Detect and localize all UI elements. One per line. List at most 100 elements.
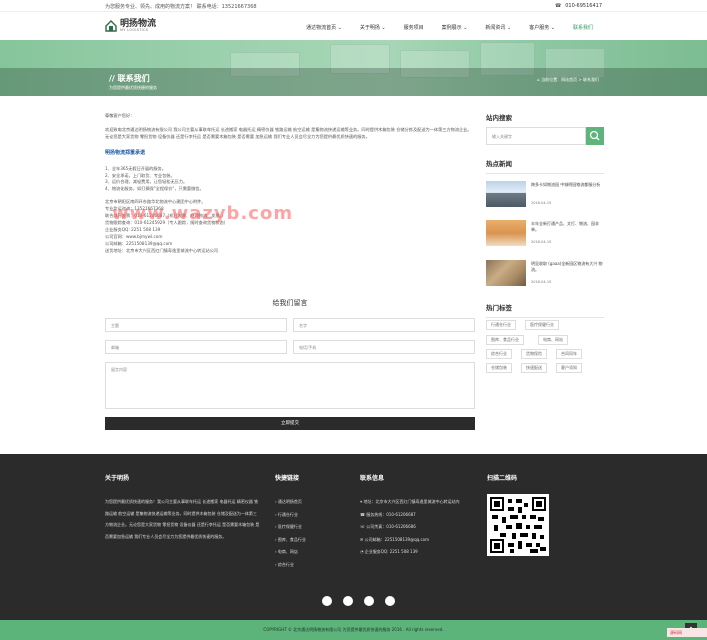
message-textarea[interactable]: 留言内容 [105,362,475,409]
footer-links: 快捷链接 › 通达明扬首页 › 行通仓行业 › 医疗保健行业 › 图库、食品行业… [275,473,345,571]
nav-contact[interactable]: 联系我们 [564,24,602,31]
list-item: 1、全年365无假日开展的服务。 [105,166,166,171]
site-logo[interactable]: 明扬物流 MY LOGISTICS [105,20,156,32]
contact-line[interactable]: 公司官网：www.bjmywl.com [105,233,475,240]
phone-input[interactable]: 电话/手机 [293,340,475,354]
footer-link[interactable]: › 通达明扬首页 [275,496,345,509]
tag[interactable]: 货物保险 [521,349,547,359]
news-item[interactable]: 丰年全新打通产品、文打、物流、园非单。 2016-04-15 [486,220,604,248]
name-input[interactable]: 名字 [293,318,475,332]
news-date: 2016-04-15 [531,280,552,284]
mail-icon: ✉ [360,536,364,542]
promise-list: 1、全年365无假日开展的服务。 2、安全承诺，上门取货、专业包装。 3、运价合… [105,166,475,192]
top-bar-slogan: 为您服务专业、领先、成用的物流方案！ 联系电话：13521667368 [105,4,257,10]
qq-icon: ◔ [360,549,364,554]
footer-link[interactable]: › 医疗保健行业 [275,521,345,534]
logo-house-icon [105,20,117,32]
qr-code-image [487,494,549,556]
message-form-title: 给我们留言 [272,299,308,307]
source-badge: 源码网 [667,628,707,637]
footer-link[interactable]: › 电商、网店 [275,546,345,559]
tag[interactable]: 客户须知 [556,363,582,373]
footer-link[interactable]: › 综合行业 [275,559,345,572]
news-title[interactable]: 明显收取 (gaaa)全新园区物流有大兴 物流。 [531,261,604,273]
news-date: 2016-04-15 [531,240,552,244]
search-button[interactable] [586,127,604,145]
location-icon: ⌖ [360,499,363,504]
top-bar-phone: 010-69516417 [565,3,602,9]
footer-qr: 扫描二维码 [487,473,557,496]
top-bar: 为您服务专业、领先、成用的物流方案！ 联系电话：13521667368 ☎ 01… [0,0,707,12]
footer-contact-line: ✉ 公司邮箱：2251508139@qq.com [360,536,429,542]
tag[interactable]: 快速配送 [521,363,547,373]
tag[interactable]: 电商、网站 [538,335,568,345]
banner-overlay [0,68,707,96]
main-nav: 通达物流首页 ⌄ 关于明扬 ⌄ 服务项目 案例展示 ⌄ 新闻资讯 ⌄ 客户服务 … [297,24,602,31]
email-input[interactable]: 邮箱 [105,340,287,354]
footer-contact-line: ◔ 企业服务QQ: 2251 508 139 [360,549,418,554]
topic-input[interactable]: 主题 [105,318,287,332]
submit-button[interactable]: 立即提交 [105,417,475,430]
news-thumbnail[interactable] [486,220,526,246]
footer-qr-title: 扫描二维码 [487,475,518,482]
news-item[interactable]: 跨多卡如物流园 中城明园物流都服分析 2016-04-15 [486,181,604,209]
news-title[interactable]: 跨多卡如物流园 中城明园物流都服分析 [531,182,604,188]
tag[interactable]: 医疗保健行业 [525,320,559,330]
qq-icon[interactable] [364,596,374,606]
weibo-icon[interactable] [343,596,353,606]
sidebar-search: 输入关键字 [486,127,604,145]
tag[interactable]: 合同同年 [556,349,582,359]
tag[interactable]: 行通仓行业 [486,320,516,330]
footer-about-title: 关于明扬 [105,475,130,482]
footer-link[interactable]: › 图库、食品行业 [275,534,345,547]
nav-cases[interactable]: 案例展示 ⌄ [433,24,477,31]
footer-contact-line: ☎ 服务热线：010-61206687 [360,511,416,517]
intro-paragraph: 欢迎致电北京通达明扬物流有限公司 我公司主要从事联车托运 长途搬家 电器托运 精… [105,127,472,139]
contact-line: 送货地址：北京市大兴区西红门镇寿逸里城流中心转运站公司 [105,248,219,254]
nav-about[interactable]: 关于明扬 ⌄ [351,24,395,31]
footer-contact-line: ☏ 公司传真：010-61206686 [360,524,416,529]
list-item: 3、运价合理，减轻费用，让您轻松无压力。 [105,179,188,185]
nav-news[interactable]: 新闻资讯 ⌄ [476,24,520,31]
copyright-bar: COPYRIGHT © 北京通达明扬物流有限公司 为您提供最优质快速的服务 20… [0,620,707,640]
phone-icon[interactable] [385,596,395,606]
footer-contact-line: ⌖ 地址：北京市大兴区西红门镇寿逸里城流中心转运站内 [360,499,460,504]
page-subtitle: 为您提供最优质快捷的服务 [109,85,157,90]
sidebar-search-heading: 站内搜索 [486,112,604,128]
contact-line: 企业服务QQ: 2251 508 139 [105,227,161,233]
news-date: 2016-04-15 [531,201,552,205]
logo-name: 明扬物流 [120,19,157,29]
fax-icon: ☏ [360,524,366,529]
search-icon [589,130,600,141]
footer-link[interactable]: › 行通仓行业 [275,509,345,522]
nav-services[interactable]: 服务项目 [395,24,433,31]
tag[interactable]: 仓储包装 [486,363,512,373]
news-thumbnail[interactable] [486,260,526,286]
nav-home[interactable]: 通达物流首页 ⌄ [297,24,351,31]
page-title: // 联系我们 [109,74,150,83]
tag[interactable]: 综合行业 [486,349,512,359]
news-thumbnail[interactable] [486,181,526,207]
phone-icon: ☎ [554,3,562,9]
news-title[interactable]: 丰年全新打通产品、文打、物流、园非单。 [531,221,604,233]
news-item[interactable]: 明显收取 (gaaa)全新园区物流有大兴 物流。 2016-04-15 [486,260,604,288]
promise-heading: 明扬物流郑重承诺 [105,150,146,156]
list-item: 4、物流化服务，如打摘保"全程保价"，只需要微信。 [105,185,204,191]
breadcrumb[interactable]: ⌂ 当前位置：网站首页 > 联系我们 [537,77,599,83]
search-input[interactable]: 输入关键字 [486,127,586,145]
greeting: 尊敬客户您好： [105,113,135,118]
sidebar-hot-heading: 热点新闻 [486,158,604,174]
tag[interactable]: 图库、食品行业 [486,335,524,345]
wechat-icon[interactable] [322,596,332,606]
social-links [322,596,395,606]
site-header: 明扬物流 MY LOGISTICS 通达物流首页 ⌄ 关于明扬 ⌄ 服务项目 案… [0,12,707,40]
contact-line[interactable]: 公司邮箱：2251508139@qq.com [105,240,475,247]
footer-contact: 联系信息 ⌖ 地址：北京市大兴区西红门镇寿逸里城流中心转运站内 ☎ 服务热线：0… [360,473,475,559]
contact-article: 尊敬客户您好： 欢迎致电北京通达明扬物流有限公司 我公司主要从事联车托运 长途搬… [105,112,475,254]
footer-about: 关于明扬 为您提供最优质快速的服务！我公司主要从事联车托运 长途搬家 电器托运 … [105,473,260,542]
footer-about-text: 为您提供最优质快速的服务！我公司主要从事联车托运 长途搬家 电器托运 精密仪器 … [105,499,260,539]
nav-customer-service[interactable]: 客户服务 ⌄ [520,24,564,31]
page-banner: // 联系我们 为您提供最优质快捷的服务 ⌂ 当前位置：网站首页 > 联系我们 [0,40,707,96]
sidebar-tags-heading: 热门标签 [486,302,604,318]
footer-contact-title: 联系信息 [360,475,385,482]
